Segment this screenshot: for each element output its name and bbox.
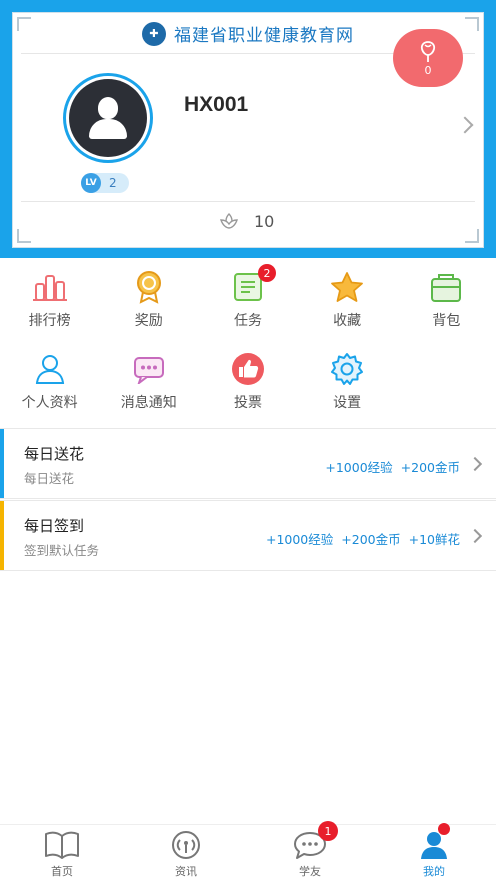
vote-icon xyxy=(230,352,266,386)
level-icon: LV xyxy=(81,173,101,193)
task-accent-bar xyxy=(0,429,4,498)
gear-icon xyxy=(329,352,365,386)
menu-item-profile[interactable]: 个人资料 xyxy=(0,352,99,434)
tab-label: 资讯 xyxy=(175,865,197,878)
tab-friends[interactable]: 学友 1 xyxy=(248,821,372,882)
tab-label: 我的 xyxy=(423,865,445,878)
task-title: 每日送花 xyxy=(24,445,85,463)
level-value: 2 xyxy=(109,176,117,190)
rose-icon xyxy=(420,41,436,62)
task-subtitle: 签到默认任务 xyxy=(24,543,100,558)
chevron-right-icon[interactable] xyxy=(456,116,474,134)
tab-news[interactable]: 资讯 xyxy=(124,825,248,882)
task-subtitle: 每日送花 xyxy=(24,471,75,486)
like-row[interactable]: 10 xyxy=(218,211,274,231)
menu-label: 个人资料 xyxy=(21,395,78,411)
default-avatar-icon xyxy=(69,79,147,157)
tab-home[interactable]: 首页 xyxy=(0,825,124,882)
menu-label: 消息通知 xyxy=(120,395,177,411)
menu-grid: 排行榜 奖励 2 任务 收藏 背包 个人资料 消息通知 投票 设置 xyxy=(0,264,496,434)
reward-coins: +200金币 xyxy=(341,532,401,547)
menu-item-vote[interactable]: 投票 xyxy=(198,352,297,434)
flower-button[interactable]: 0 xyxy=(393,29,463,87)
like-count: 10 xyxy=(254,211,275,231)
backpack-icon xyxy=(428,270,464,304)
menu-label: 设置 xyxy=(333,395,362,411)
flower-outline-icon xyxy=(220,213,238,229)
task-accent-bar xyxy=(0,501,4,570)
username: HX001 xyxy=(184,93,249,116)
task-rewards: +1000经验 +200金币 xyxy=(325,457,460,476)
menu-item-settings[interactable]: 设置 xyxy=(298,352,397,434)
tab-mine[interactable]: 我的 xyxy=(372,823,496,882)
tab-label: 首页 xyxy=(51,865,73,878)
header-background: ✚ 福建省职业健康教育网 LV 2 HX001 0 10 xyxy=(0,0,496,258)
reward-coins: +200金币 xyxy=(400,460,460,475)
star-icon xyxy=(329,270,365,304)
reward-exp: +1000经验 xyxy=(265,532,334,547)
tab-label: 学友 xyxy=(299,865,321,878)
task-title: 每日签到 xyxy=(24,517,85,535)
menu-item-award[interactable]: 奖励 xyxy=(99,270,198,352)
award-icon xyxy=(131,270,167,304)
book-icon xyxy=(45,831,79,859)
message-icon xyxy=(131,352,167,386)
profile-page: ✚ 福建省职业健康教育网 LV 2 HX001 0 10 排行榜 奖励 2 任务… xyxy=(0,0,496,882)
task-icon: 2 xyxy=(230,264,276,304)
menu-label: 排行榜 xyxy=(28,313,71,329)
task-count-badge: 2 xyxy=(257,264,276,282)
broadcast-icon xyxy=(172,831,200,859)
task-list: 每日送花 每日送花 +1000经验 +200金币 每日签到 签到默认任务 +10… xyxy=(0,428,496,572)
task-daily-signin[interactable]: 每日签到 签到默认任务 +1000经验 +200金币 +10鲜花 xyxy=(0,500,496,571)
menu-item-task[interactable]: 2 任务 xyxy=(198,264,297,352)
profile-icon xyxy=(32,352,68,386)
menu-label: 收藏 xyxy=(333,313,362,329)
menu-label: 奖励 xyxy=(134,313,163,329)
reward-flowers: +10鲜花 xyxy=(408,532,460,547)
chevron-right-icon xyxy=(467,528,483,544)
menu-label: 背包 xyxy=(432,313,461,329)
ranking-icon xyxy=(32,270,68,304)
menu-item-backpack[interactable]: 背包 xyxy=(397,270,496,352)
bottom-tab-bar: 首页 资讯 学友 1 我的 xyxy=(0,821,496,882)
menu-item-favorites[interactable]: 收藏 xyxy=(298,270,397,352)
level-badge: LV 2 xyxy=(81,173,129,193)
flower-count: 0 xyxy=(424,64,432,77)
reward-exp: +1000经验 xyxy=(325,460,393,475)
menu-item-messages[interactable]: 消息通知 xyxy=(99,352,198,434)
chevron-right-icon xyxy=(467,456,483,472)
friends-badge: 1 xyxy=(318,821,338,841)
menu-label: 任务 xyxy=(233,313,262,329)
task-rewards: +1000经验 +200金币 +10鲜花 xyxy=(266,529,460,548)
notification-dot xyxy=(438,823,450,835)
menu-item-ranking[interactable]: 排行榜 xyxy=(0,270,99,352)
task-daily-flower[interactable]: 每日送花 每日送花 +1000经验 +200金币 xyxy=(0,428,496,499)
profile-card[interactable]: ✚ 福建省职业健康教育网 LV 2 HX001 0 10 xyxy=(12,12,484,248)
site-title: 福建省职业健康教育网 xyxy=(174,26,354,46)
site-logo-icon: ✚ xyxy=(142,21,166,46)
avatar[interactable] xyxy=(63,73,153,163)
menu-label: 投票 xyxy=(233,395,262,411)
